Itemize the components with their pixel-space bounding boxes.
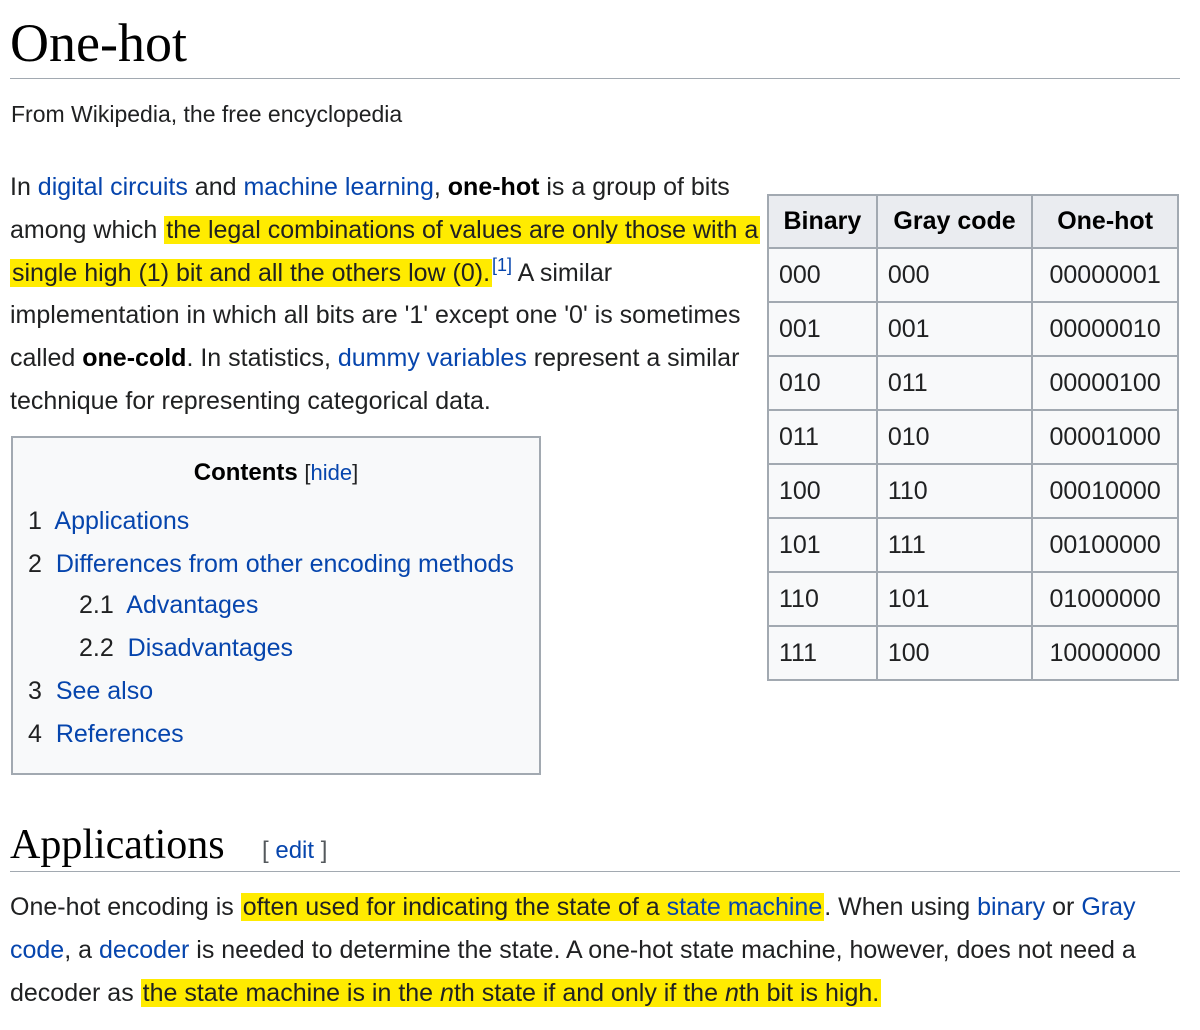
toc-number: 1 <box>28 507 42 535</box>
cell-binary: 101 <box>767 517 878 573</box>
intro-paragraph: In digital circuits and machine learning… <box>10 166 765 423</box>
intro-text: . In statistics, <box>186 344 338 373</box>
cell-binary: 100 <box>767 463 878 519</box>
body-text: or <box>1045 893 1082 921</box>
column-header-one-hot: One-hot <box>1031 194 1179 249</box>
table-row: 111 100 10000000 <box>767 625 1179 681</box>
link-decoder[interactable]: decoder <box>99 936 189 964</box>
toc-item-applications[interactable]: 1 Applications <box>28 506 189 536</box>
cell-gray-code: 001 <box>875 301 1034 357</box>
table-row: 011 010 00001000 <box>767 409 1179 465</box>
link-digital-circuits[interactable]: digital circuits <box>38 173 188 201</box>
highlight-text: th bit is high. <box>738 978 880 1007</box>
term-one-cold: one-cold <box>82 344 187 373</box>
toc-title: Contents <box>193 459 298 486</box>
toc-link[interactable]: Advantages <box>126 591 258 619</box>
toc-number: 2 <box>28 550 42 578</box>
toc-item-advantages[interactable]: 2.1 Advantages <box>79 590 258 620</box>
toc-number: 2.1 <box>79 591 114 619</box>
link-state-machine[interactable]: state machine <box>667 893 823 921</box>
cell-gray-code: 000 <box>875 247 1034 303</box>
highlight-text: th state if and only if the <box>453 978 725 1007</box>
cell-gray-code: 101 <box>875 571 1034 627</box>
table-row: 100 110 00010000 <box>767 463 1179 519</box>
cell-one-hot: 00001000 <box>1031 409 1179 465</box>
highlight-text: the state machine is in the <box>142 978 441 1007</box>
cell-gray-code: 011 <box>875 355 1034 411</box>
link-machine-learning[interactable]: machine learning <box>243 173 433 201</box>
applications-paragraph: One-hot encoding is often used for indic… <box>10 886 1188 1014</box>
cell-gray-code: 010 <box>875 409 1034 465</box>
toc-hide-toggle: [hide] <box>304 460 358 485</box>
toc-link[interactable]: References <box>56 720 184 748</box>
toc-item-disadvantages[interactable]: 2.2 Disadvantages <box>79 633 293 663</box>
cell-binary: 001 <box>767 301 878 357</box>
toc-item-see-also[interactable]: 3 See also <box>28 676 153 706</box>
term-one-hot: one-hot <box>447 173 540 201</box>
body-text: . When using <box>824 893 978 921</box>
italic-variable: n <box>440 978 454 1007</box>
cell-one-hot: 00000010 <box>1031 301 1179 357</box>
intro-text: , <box>433 173 448 201</box>
cell-gray-code: 111 <box>875 517 1034 573</box>
toc-link[interactable]: Applications <box>54 507 189 535</box>
table-row: 101 111 00100000 <box>767 517 1179 573</box>
cell-binary: 000 <box>767 247 878 303</box>
body-text: One-hot encoding is <box>10 893 241 921</box>
intro-text: In <box>10 173 38 201</box>
reference-link[interactable]: [1] <box>492 255 512 275</box>
table-row: 110 101 01000000 <box>767 571 1179 627</box>
toc-link[interactable]: Disadvantages <box>128 634 293 662</box>
page-title: One-hot <box>10 13 187 73</box>
table-row: 010 011 00000100 <box>767 355 1179 411</box>
cell-one-hot: 00010000 <box>1031 463 1179 519</box>
page-subtitle: From Wikipedia, the free encyclopedia <box>11 101 403 127</box>
bracket: [ <box>262 837 276 864</box>
highlight-text: often used for indicating the state of a <box>242 893 667 921</box>
toc-hide-link[interactable]: hide <box>311 460 353 485</box>
bracket: ] <box>314 837 328 864</box>
cell-gray-code: 110 <box>875 463 1034 519</box>
section-divider <box>10 871 1180 872</box>
title-divider <box>10 78 1180 79</box>
italic-variable: n <box>724 978 739 1007</box>
toc-number: 4 <box>28 720 42 748</box>
toc-link[interactable]: See also <box>56 677 153 705</box>
highlighted-text: the state machine is in the nth state if… <box>140 978 882 1007</box>
cell-binary: 010 <box>767 355 878 411</box>
cell-binary: 111 <box>767 625 878 681</box>
body-text: , a <box>64 935 99 964</box>
cell-one-hot: 10000000 <box>1031 625 1179 681</box>
bracket: ] <box>352 460 359 485</box>
toc-number: 2.2 <box>79 634 114 662</box>
column-header-binary: Binary <box>767 194 878 249</box>
intro-text: and <box>187 173 244 201</box>
link-dummy-variables[interactable]: dummy variables <box>338 344 527 372</box>
encoding-comparison-table: Binary Gray code One-hot 000 000 00000001 … <box>767 194 1179 681</box>
table-row: 000 000 00000001 <box>767 247 1179 303</box>
cell-binary: 110 <box>767 571 878 627</box>
edit-section-link[interactable]: edit <box>275 837 314 864</box>
table-of-contents: Contents [hide] 1 Applications 2 Differe… <box>11 436 541 775</box>
column-header-gray-code: Gray code <box>875 194 1034 249</box>
highlighted-text: often used for indicating the state of a… <box>240 893 825 921</box>
cell-gray-code: 100 <box>875 625 1034 681</box>
cell-one-hot: 00000001 <box>1031 247 1179 303</box>
toc-item-references[interactable]: 4 References <box>28 719 184 749</box>
link-binary[interactable]: binary <box>977 893 1045 921</box>
cell-one-hot: 01000000 <box>1031 571 1179 627</box>
toc-item-differences[interactable]: 2 Differences from other encoding method… <box>28 549 514 579</box>
toc-header: Contents [hide] <box>13 458 539 488</box>
cell-one-hot: 00000100 <box>1031 355 1179 411</box>
table-header-row: Binary Gray code One-hot <box>767 194 1179 249</box>
toc-link[interactable]: Differences from other encoding methods <box>56 550 514 578</box>
table-row: 001 001 00000010 <box>767 301 1179 357</box>
section-edit-control: [ edit ] <box>262 836 327 866</box>
section-heading-applications: Applications <box>10 822 225 868</box>
cell-one-hot: 00100000 <box>1031 517 1179 573</box>
toc-number: 3 <box>28 677 42 705</box>
cell-binary: 011 <box>767 409 878 465</box>
